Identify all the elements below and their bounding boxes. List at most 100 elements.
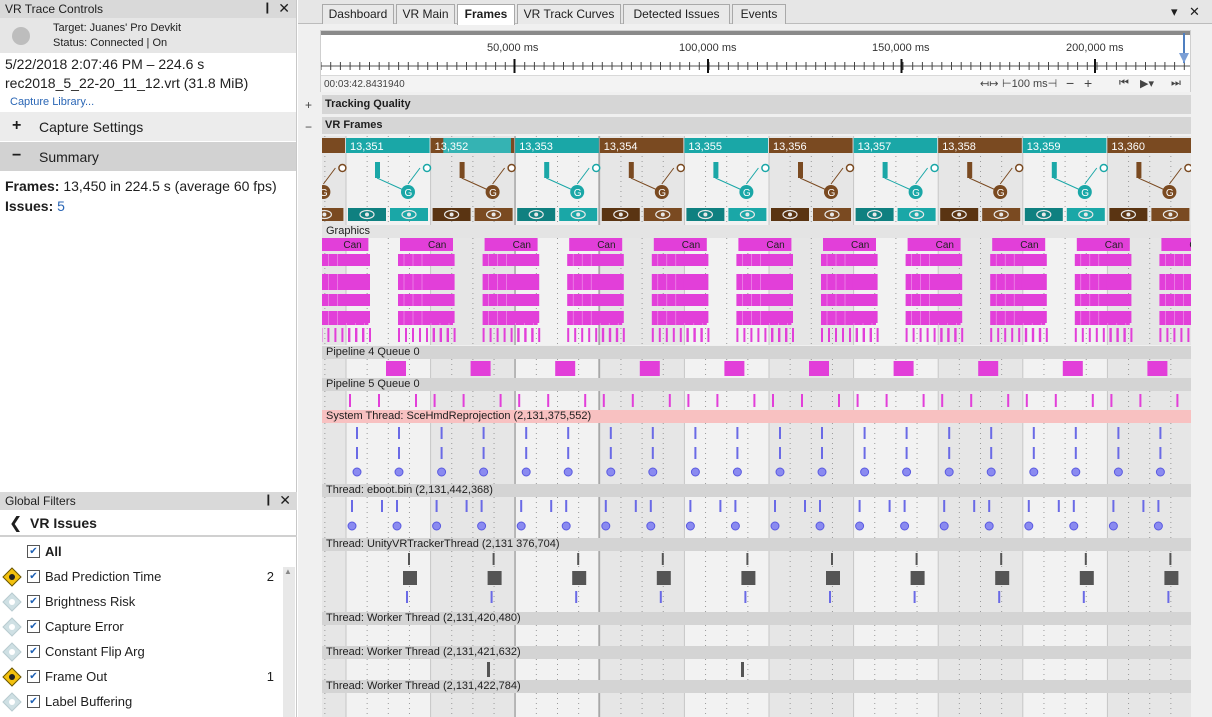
tab-dashboard[interactable]: Dashboard	[322, 4, 394, 24]
frame-number-label: 13,359	[1027, 141, 1061, 153]
gpu-stub-block	[1021, 294, 1047, 306]
gpu-stub-block	[852, 274, 878, 290]
zoom-in-icon[interactable]: +	[1084, 75, 1092, 91]
tab-vr-track-curves[interactable]: VR Track Curves	[517, 4, 621, 24]
pipeline4-label: Pipeline 4 Queue 0	[326, 346, 420, 358]
worker3-lane[interactable]	[322, 693, 1191, 717]
summary-section[interactable]: − Summary	[0, 142, 296, 172]
gpu-tick	[679, 328, 682, 342]
filter-all-row[interactable]: ✔ All	[0, 539, 297, 564]
graphics-chart[interactable]: CanCanCanCanCanCanCanCanCanCanCanCan	[322, 238, 1191, 345]
eboot-chart[interactable]	[322, 497, 1191, 538]
filter-checkbox[interactable]: ✔	[27, 620, 40, 633]
filter-row[interactable]: ✔ Capture Error	[0, 614, 297, 639]
expand-tracking-quality-icon[interactable]: +	[305, 98, 312, 112]
thread-tick	[905, 427, 908, 439]
gpu-stub-block	[683, 294, 709, 306]
gpu-tick	[828, 328, 830, 342]
gpu-tick	[432, 328, 435, 342]
unity-tracker-lane[interactable]	[322, 551, 1191, 612]
filter-row[interactable]: ✔ Constant Flip Arg	[0, 639, 297, 664]
pipeline4-chart[interactable]	[322, 359, 1191, 378]
zoom-level[interactable]: ⊢100 ms⊣	[1002, 77, 1057, 90]
back-chevron-icon[interactable]: ❮	[9, 513, 22, 533]
vr-frames-lane[interactable]: G 13,351 G 13,352 G 13,353 G 13,354 G 13,355 G 13,3…	[322, 136, 1191, 225]
filter-checkbox[interactable]: ✔	[27, 645, 40, 658]
gpu-work-block	[1159, 294, 1191, 306]
system-thread-lane-header[interactable]: System Thread: SceHmdReprojection (2,131…	[322, 410, 1191, 423]
pin-icon[interactable]: ❙	[264, 493, 273, 506]
vr-frames-group[interactable]: VR Frames	[322, 117, 1191, 134]
filter-row[interactable]: ✔ Brightness Risk	[0, 589, 297, 614]
filter-checkbox[interactable]: ✔	[27, 695, 40, 708]
graphics-lane[interactable]: CanCanCanCanCanCanCanCanCanCanCanCan	[322, 238, 1191, 345]
eboot-label: Thread: eboot.bin (2,131,442,368)	[326, 484, 493, 496]
close-icon[interactable]: ✕	[278, 0, 290, 17]
zoom-out-icon[interactable]: −	[1066, 75, 1074, 91]
filter-row[interactable]: ✔ Bad Prediction Time 2	[0, 564, 297, 589]
scroll-up-icon[interactable]: ▲	[284, 567, 292, 576]
worker2-chart[interactable]	[322, 659, 1191, 680]
filter-row[interactable]: ✔ Frame Out 1	[0, 664, 297, 689]
gpu-tick	[947, 328, 950, 342]
gpu-tick	[651, 328, 654, 342]
collapse-vr-frames-icon[interactable]: −	[305, 120, 312, 134]
tab-vr-main[interactable]: VR Main	[396, 4, 455, 24]
thread-tick	[1074, 447, 1077, 459]
thread-tick	[440, 447, 443, 459]
thread-event-dot	[770, 521, 780, 531]
skip-start-icon[interactable]: ⏮	[1119, 77, 1129, 90]
fit-width-icon[interactable]: ↤↦	[980, 77, 998, 90]
tab-events[interactable]: Events	[732, 4, 786, 24]
worker1-lane[interactable]	[322, 625, 1191, 646]
connection-indicator-icon[interactable]	[12, 27, 30, 45]
gpu-stub-block	[1106, 311, 1132, 323]
tab-close-icon[interactable]: ✕	[1189, 4, 1200, 20]
capture-settings-section[interactable]: + Capture Settings	[0, 112, 296, 142]
thread-event-dot	[1029, 467, 1039, 477]
gpu-tick	[926, 328, 929, 342]
capture-library-link[interactable]: Capture Library...	[0, 93, 296, 112]
pipeline5-chart[interactable]	[322, 391, 1191, 410]
filter-row[interactable]: ✔ Label Buffering	[0, 689, 297, 714]
eboot-lane[interactable]	[322, 497, 1191, 538]
gpu-tick	[1130, 328, 1133, 342]
skip-end-icon[interactable]: ⏭	[1171, 77, 1181, 90]
worker2-lane[interactable]	[322, 659, 1191, 680]
vr-frames-chart[interactable]: G 13,351 G 13,352 G 13,353 G 13,354 G 13,355 G 13,3…	[322, 136, 1191, 225]
thread-event-dot	[732, 467, 742, 477]
pin-icon[interactable]: ❙	[263, 1, 272, 14]
tracking-quality-group[interactable]: Tracking Quality	[322, 95, 1191, 114]
frame-band	[1107, 391, 1191, 410]
thread-tick	[1117, 447, 1120, 459]
filter-label: Brightness Risk	[45, 594, 136, 609]
checkbox-all[interactable]: ✔	[27, 545, 40, 558]
playhead-marker-icon[interactable]	[1178, 33, 1190, 63]
tab-menu-icon[interactable]: ▾	[1171, 4, 1178, 20]
filter-checkbox[interactable]: ✔	[27, 595, 40, 608]
tab-detected-issues[interactable]: Detected Issues	[623, 4, 730, 24]
pipeline5-lane[interactable]	[322, 391, 1191, 410]
ruler-overview-bar[interactable]	[321, 31, 1190, 35]
tracker-tick	[915, 553, 918, 565]
tab-frames[interactable]: Frames	[457, 4, 515, 25]
pipeline4-lane[interactable]	[322, 359, 1191, 378]
system-thread-chart[interactable]	[322, 423, 1191, 484]
worker1-chart[interactable]	[322, 625, 1191, 646]
issues-value-link[interactable]: 5	[57, 198, 65, 214]
worker3-chart[interactable]	[322, 693, 1191, 717]
unity-tracker-chart[interactable]	[322, 551, 1191, 612]
timeline-ruler[interactable]: 50,000 ms 100,000 ms 150,000 ms 200,000 …	[320, 30, 1191, 92]
track-vertical-scrollbar[interactable]	[1196, 95, 1210, 717]
filter-checkbox[interactable]: ✔	[27, 670, 40, 683]
gpu-work-block	[1159, 274, 1191, 290]
filters-scrollbar[interactable]: ▲	[283, 567, 295, 717]
track-area[interactable]: + Tracking Quality − VR Frames G 13,351 G 1…	[298, 95, 1212, 717]
thread-tick	[1157, 500, 1160, 512]
g-marker-label: G	[743, 188, 751, 199]
play-icon[interactable]: ▶▾	[1140, 77, 1154, 90]
warning-diamond-icon	[2, 617, 22, 637]
system-thread-lane[interactable]	[322, 423, 1191, 484]
close-icon[interactable]: ✕	[279, 492, 291, 509]
filter-checkbox[interactable]: ✔	[27, 570, 40, 583]
